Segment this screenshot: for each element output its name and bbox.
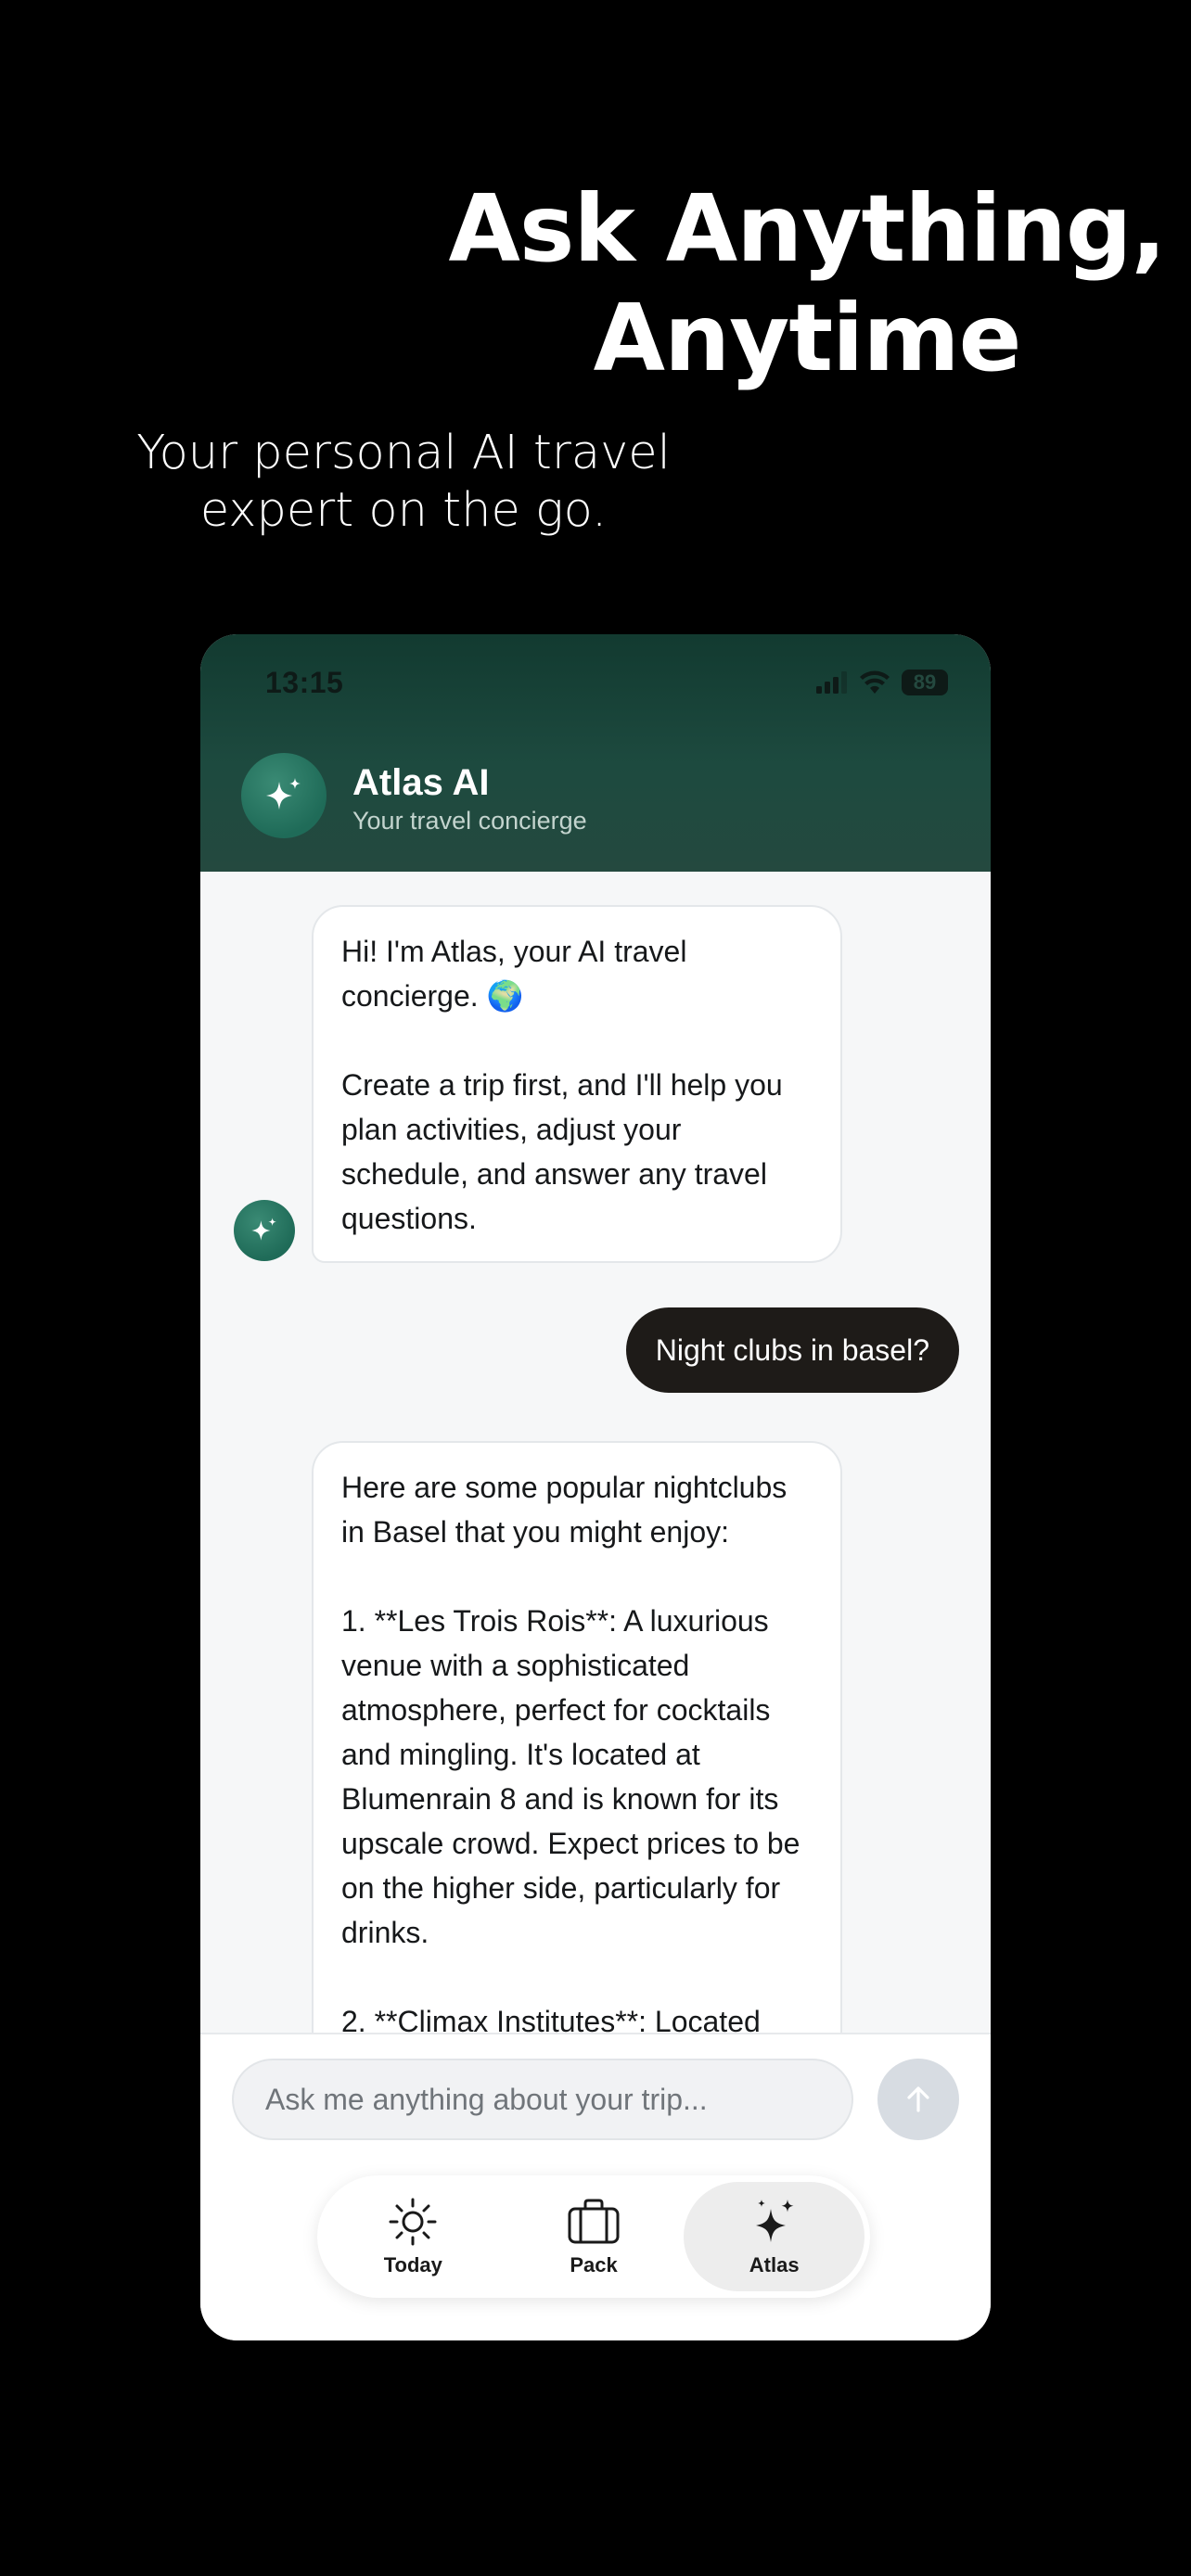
composer: Today Pack Atlas [200,2033,991,2340]
status-icons: 89 [816,670,948,695]
nav-label-today: Today [383,2253,442,2276]
signal-icon [816,671,847,694]
sparkles-icon [266,778,301,810]
headline-line-2: Anytime [593,284,1022,392]
atlas-avatar [241,753,327,838]
wifi-icon [860,670,890,694]
battery-icon: 89 [902,670,948,695]
sun-icon [389,2198,437,2246]
headline-line-1: Ask Anything, [448,174,1166,283]
arrow-up-icon [907,2086,929,2112]
sparkles-icon [755,2200,794,2242]
chat-input[interactable] [232,2059,853,2140]
assistant-avatar [234,1200,295,1261]
marketing-headline: Ask Anything, Anytime [408,174,1191,393]
nav-item-atlas[interactable]: Atlas [684,2182,865,2291]
nav-label-atlas: Atlas [749,2253,800,2276]
assistant-message: Hi! I'm Atlas, your AI travel concierge.… [312,905,842,1263]
nav-item-pack[interactable]: Pack [504,2182,685,2291]
app-header: 13:15 89 Atlas AI Your travel concierge [200,634,991,872]
marketing-subheadline: Your personal AI travel expert on the go… [74,425,733,540]
user-message: Night clubs in basel? [625,1307,959,1393]
subheadline-line-1: Your personal AI travel [136,426,671,480]
nav-label-pack: Pack [570,2253,618,2276]
phone-screen: 13:15 89 Atlas AI Your travel concierge [200,634,991,2340]
assistant-message: Here are some popular nightclubs in Base… [312,1441,842,2033]
subheadline-line-2: expert on the go. [199,483,608,538]
sparkles-icon [251,1218,276,1241]
bottom-nav: Today Pack Atlas [317,2175,870,2298]
nav-item-today[interactable]: Today [323,2182,504,2291]
header-title: Atlas AI [352,762,490,803]
header-subtitle: Your travel concierge [352,807,587,835]
chat-thread[interactable]: Hi! I'm Atlas, your AI travel concierge.… [200,872,991,2033]
send-button[interactable] [877,2059,959,2140]
status-time: 13:15 [265,666,344,699]
suitcase-icon [568,2199,620,2244]
